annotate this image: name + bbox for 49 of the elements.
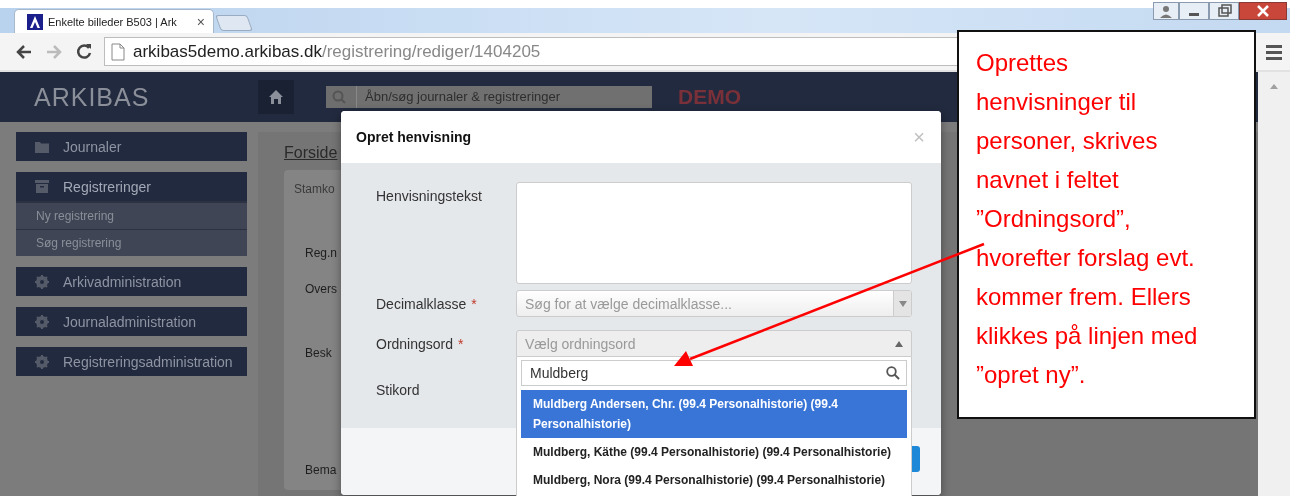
gear-icon [35, 354, 49, 369]
scrollbar[interactable] [1258, 72, 1290, 496]
caret-icon [894, 339, 904, 348]
restore-icon[interactable] [1209, 2, 1239, 20]
archive-box-icon [35, 180, 49, 193]
sidebar-item[interactable]: Journaladministration [16, 307, 247, 336]
field-label: Besk [305, 346, 333, 360]
user-icon[interactable] [1153, 2, 1179, 20]
search-icon [886, 366, 900, 380]
search-icon [332, 90, 346, 104]
home-button[interactable] [258, 80, 294, 114]
logo: ARKIBAS [34, 82, 151, 112]
field-label: Stikord [376, 381, 421, 400]
search-field[interactable]: Muldberg [521, 360, 907, 386]
dropdown-option[interactable]: Muldberg, Käthe (99.4 Personalhistorie) (99.4 Personalhistorie) [521, 438, 907, 466]
tab-title: Enkelte billeder B503 | Ark [48, 15, 178, 28]
field-label: Ordningsord * [376, 335, 465, 354]
folder-icon [35, 140, 49, 153]
sidebar-item[interactable]: Registreringsadministration [16, 347, 247, 376]
logo-icon [27, 13, 43, 30]
gear-icon [35, 314, 49, 329]
sidebar-item[interactable]: Registreringer [16, 172, 247, 202]
close-icon[interactable]: × [196, 13, 205, 30]
field-label: Henvisningstekst [376, 187, 483, 206]
url-text: arkibas5demo.arkibas.dk/registrering/rediger/1404205 [133, 41, 541, 62]
reload-icon[interactable] [74, 41, 94, 62]
field-label: Overs [305, 282, 338, 296]
field-label: Decimalklasse * [376, 295, 478, 314]
dialog-title: Opret henvisning [356, 129, 472, 145]
required-mark: * [471, 296, 477, 312]
close-icon[interactable] [1239, 2, 1287, 20]
dropdown-option[interactable]: Muldberg, Nora (99.4 Personalhistorie) (99.4 Personalhistorie) [521, 466, 907, 494]
sidebar-item[interactable]: Arkivadministration [16, 267, 247, 296]
field-label: Bema [305, 463, 338, 477]
select-field[interactable]: Søg for at vælge decimalklasse... [516, 290, 912, 317]
gear-icon [35, 274, 49, 289]
sidebar-item[interactable]: Journaler [16, 132, 247, 161]
environment-label: DEMO [678, 85, 741, 109]
sidebar-subitem[interactable]: Ny registrering [16, 202, 247, 229]
required-mark: * [458, 336, 464, 352]
page-icon [111, 42, 125, 61]
field-label: Reg.n [305, 246, 339, 260]
search-field[interactable]: Åbn/søg journaler & registreringer [326, 86, 652, 108]
dropdown-option[interactable]: Muldberg Andersen, Chr. (99.4 Personalhistorie) (99.4 Personalhistorie) [521, 390, 907, 438]
sidebar-subitem[interactable]: Søg registrering [16, 229, 247, 256]
caret-icon [897, 299, 908, 308]
minimize-icon[interactable] [1179, 2, 1209, 20]
browser-tab[interactable]: Enkelte billeder B503 | Ark × [14, 9, 214, 33]
menu-icon[interactable] [1266, 43, 1282, 60]
